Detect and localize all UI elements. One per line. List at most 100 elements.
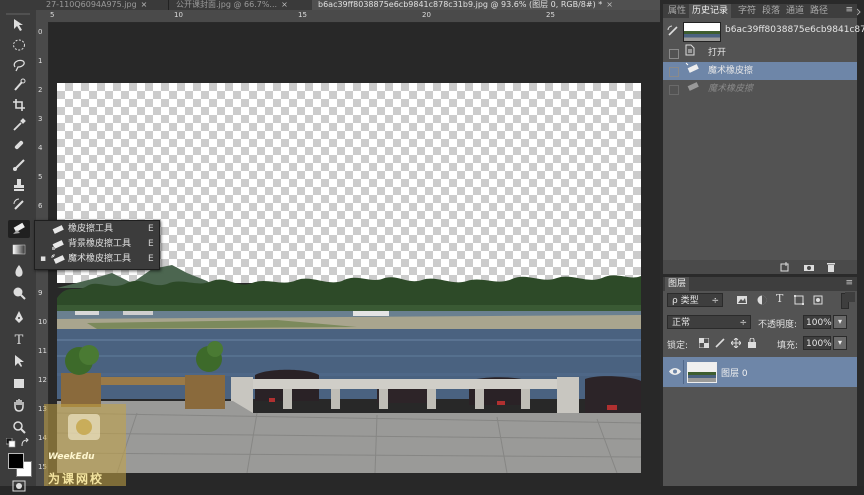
hand-tool-icon[interactable]	[8, 398, 30, 416]
tab-layers[interactable]: 图层	[665, 277, 690, 291]
zoom-tool-icon[interactable]	[8, 420, 30, 438]
close-icon[interactable]: ×	[141, 0, 148, 9]
background-eraser-icon	[51, 239, 65, 250]
ruler-tick-label: 5	[50, 11, 55, 19]
horizontal-ruler: 5 10 15 20 25	[36, 10, 660, 23]
history-brush-source-icon[interactable]	[667, 25, 679, 40]
flyout-item-label: 魔术橡皮擦工具	[68, 254, 132, 264]
close-icon[interactable]: ×	[606, 0, 613, 9]
layers-scrollbar[interactable]	[845, 292, 855, 302]
lasso-tool-icon[interactable]	[8, 58, 30, 76]
layer-name[interactable]: 图层 0	[721, 366, 748, 379]
lock-all-icon[interactable]	[747, 337, 757, 351]
history-panel-tabs: 属性 历史记录 字符 段落 通道 路径 ≡	[663, 4, 857, 18]
document-tab-label: 公开课封面.jpg @ 66.7%...	[176, 0, 278, 9]
fill-input[interactable]: 100%	[803, 336, 832, 350]
shape-filter-icon[interactable]	[794, 295, 804, 308]
default-colors-icon[interactable]	[5, 437, 16, 451]
crop-tool-icon[interactable]	[8, 98, 30, 116]
flyout-item-background-eraser[interactable]: 背景橡皮擦工具 E	[35, 237, 159, 252]
layers-panel: 图层 ≡ ρ 类型 ÷ T 正常 ÷ 不透明度: 100% ▾ 锁定: 填充: 10…	[663, 277, 857, 486]
document-icon	[685, 44, 695, 63]
foreground-color-swatch[interactable]	[8, 453, 24, 469]
history-source-checkbox[interactable]	[669, 49, 679, 59]
flyout-item-shortcut: E	[148, 224, 154, 234]
ruler-tick-label: 5	[38, 173, 43, 181]
panel-menu-icon[interactable]: ≡	[845, 278, 853, 288]
rectangle-tool-icon[interactable]	[8, 376, 30, 394]
watermark-chinese-text: 为课网校	[48, 472, 105, 486]
tab-paragraph[interactable]: 段落	[759, 4, 783, 18]
camera-icon[interactable]	[803, 262, 815, 272]
swap-colors-icon[interactable]	[20, 437, 30, 451]
history-source-checkbox[interactable]	[669, 67, 679, 77]
panel-menu-icon[interactable]: ≡	[845, 5, 853, 15]
fill-stepper[interactable]: ▾	[833, 336, 847, 350]
eyedropper-tool-icon[interactable]	[8, 118, 30, 136]
layer-row[interactable]: 图层 0	[663, 357, 857, 387]
document-tab-2[interactable]: 公开课封面.jpg @ 66.7%... ×	[170, 0, 313, 10]
tab-history[interactable]: 历史记录	[689, 4, 732, 18]
dodge-tool-icon[interactable]	[8, 286, 30, 304]
history-item-label: 魔术橡皮擦	[708, 66, 754, 76]
tab-channels[interactable]: 通道	[783, 4, 807, 18]
pen-tool-icon[interactable]	[8, 310, 30, 328]
dropdown-arrow-icon: ÷	[711, 296, 719, 306]
history-item-magic-eraser-undone[interactable]: 魔术橡皮擦	[663, 80, 857, 98]
path-selection-tool-icon[interactable]	[8, 354, 30, 372]
document-tab-active[interactable]: b6ac39ff8038875e6cb9841c878c31b9.jpg @ 9…	[312, 0, 661, 10]
image-filter-icon[interactable]	[737, 295, 747, 308]
marquee-tool-icon[interactable]	[8, 38, 30, 56]
quick-selection-tool-icon[interactable]	[8, 78, 30, 96]
tab-paths[interactable]: 路径	[807, 4, 831, 18]
new-document-from-state-icon[interactable]	[779, 262, 791, 272]
tab-character[interactable]: 字符	[735, 4, 759, 18]
quick-mask-icon[interactable]	[12, 480, 26, 495]
history-item-open[interactable]: 打开	[663, 44, 857, 62]
type-filter-icon[interactable]: T	[776, 292, 783, 305]
close-icon[interactable]: ×	[281, 0, 288, 9]
opacity-input[interactable]: 100%	[803, 315, 832, 329]
ruler-tick-label: 25	[546, 11, 555, 19]
healing-brush-tool-icon[interactable]	[8, 138, 30, 156]
adjustment-filter-icon[interactable]	[757, 295, 767, 308]
lock-image-pixels-icon[interactable]	[715, 338, 725, 351]
eraser-tool-icon[interactable]	[8, 220, 30, 238]
trash-icon[interactable]	[825, 262, 837, 272]
history-item-magic-eraser[interactable]: 魔术橡皮擦	[663, 62, 857, 80]
layer-thumbnail	[687, 362, 717, 383]
landscape-photo	[57, 265, 641, 473]
brush-tool-icon[interactable]	[8, 158, 30, 176]
blur-tool-icon[interactable]	[8, 264, 30, 282]
magic-eraser-icon	[685, 80, 699, 99]
layer-filter-label: 类型	[680, 296, 699, 306]
history-snapshot[interactable]: b6ac39ff8038875e6cb9841c87...	[663, 20, 864, 42]
eye-icon[interactable]	[669, 367, 681, 379]
tab-properties[interactable]: 属性	[665, 4, 689, 18]
history-source-checkbox[interactable]	[669, 85, 679, 95]
flyout-item-magic-eraser[interactable]: ▪ 魔术橡皮擦工具 E	[35, 252, 159, 267]
toolbar-grip-icon[interactable]	[0, 10, 36, 18]
ruler-tick-label: 20	[422, 11, 431, 19]
smart-object-filter-icon[interactable]	[813, 295, 823, 308]
history-brush-tool-icon[interactable]	[8, 198, 30, 216]
image-canvas[interactable]	[57, 83, 641, 473]
blend-mode-select[interactable]: 正常 ÷	[667, 315, 751, 329]
move-tool-icon[interactable]	[8, 18, 30, 36]
document-tab-1[interactable]: 27-110Q6094A975.jpg ×	[40, 0, 169, 10]
flyout-item-eraser[interactable]: 橡皮擦工具 E	[35, 222, 159, 237]
lock-options	[697, 337, 777, 351]
clone-stamp-tool-icon[interactable]	[8, 178, 30, 196]
lock-transparent-pixels-icon[interactable]	[698, 337, 710, 351]
lock-position-icon[interactable]	[730, 337, 742, 351]
document-tab-bar: 27-110Q6094A975.jpg × 公开课封面.jpg @ 66.7%..…	[0, 0, 661, 10]
search-icon: ρ	[672, 296, 678, 306]
layer-filter-select[interactable]: ρ 类型 ÷	[667, 293, 723, 307]
snapshot-thumbnail	[683, 22, 721, 42]
gradient-tool-icon[interactable]	[8, 242, 30, 260]
dropdown-arrow-icon: ÷	[739, 318, 747, 328]
opacity-stepper[interactable]: ▾	[833, 315, 847, 329]
history-panel: 属性 历史记录 字符 段落 通道 路径 ≡ b6ac39ff8038875e6c…	[663, 4, 864, 104]
type-tool-icon[interactable]: T	[8, 332, 30, 350]
ruler-tick-label: 6	[38, 202, 43, 210]
